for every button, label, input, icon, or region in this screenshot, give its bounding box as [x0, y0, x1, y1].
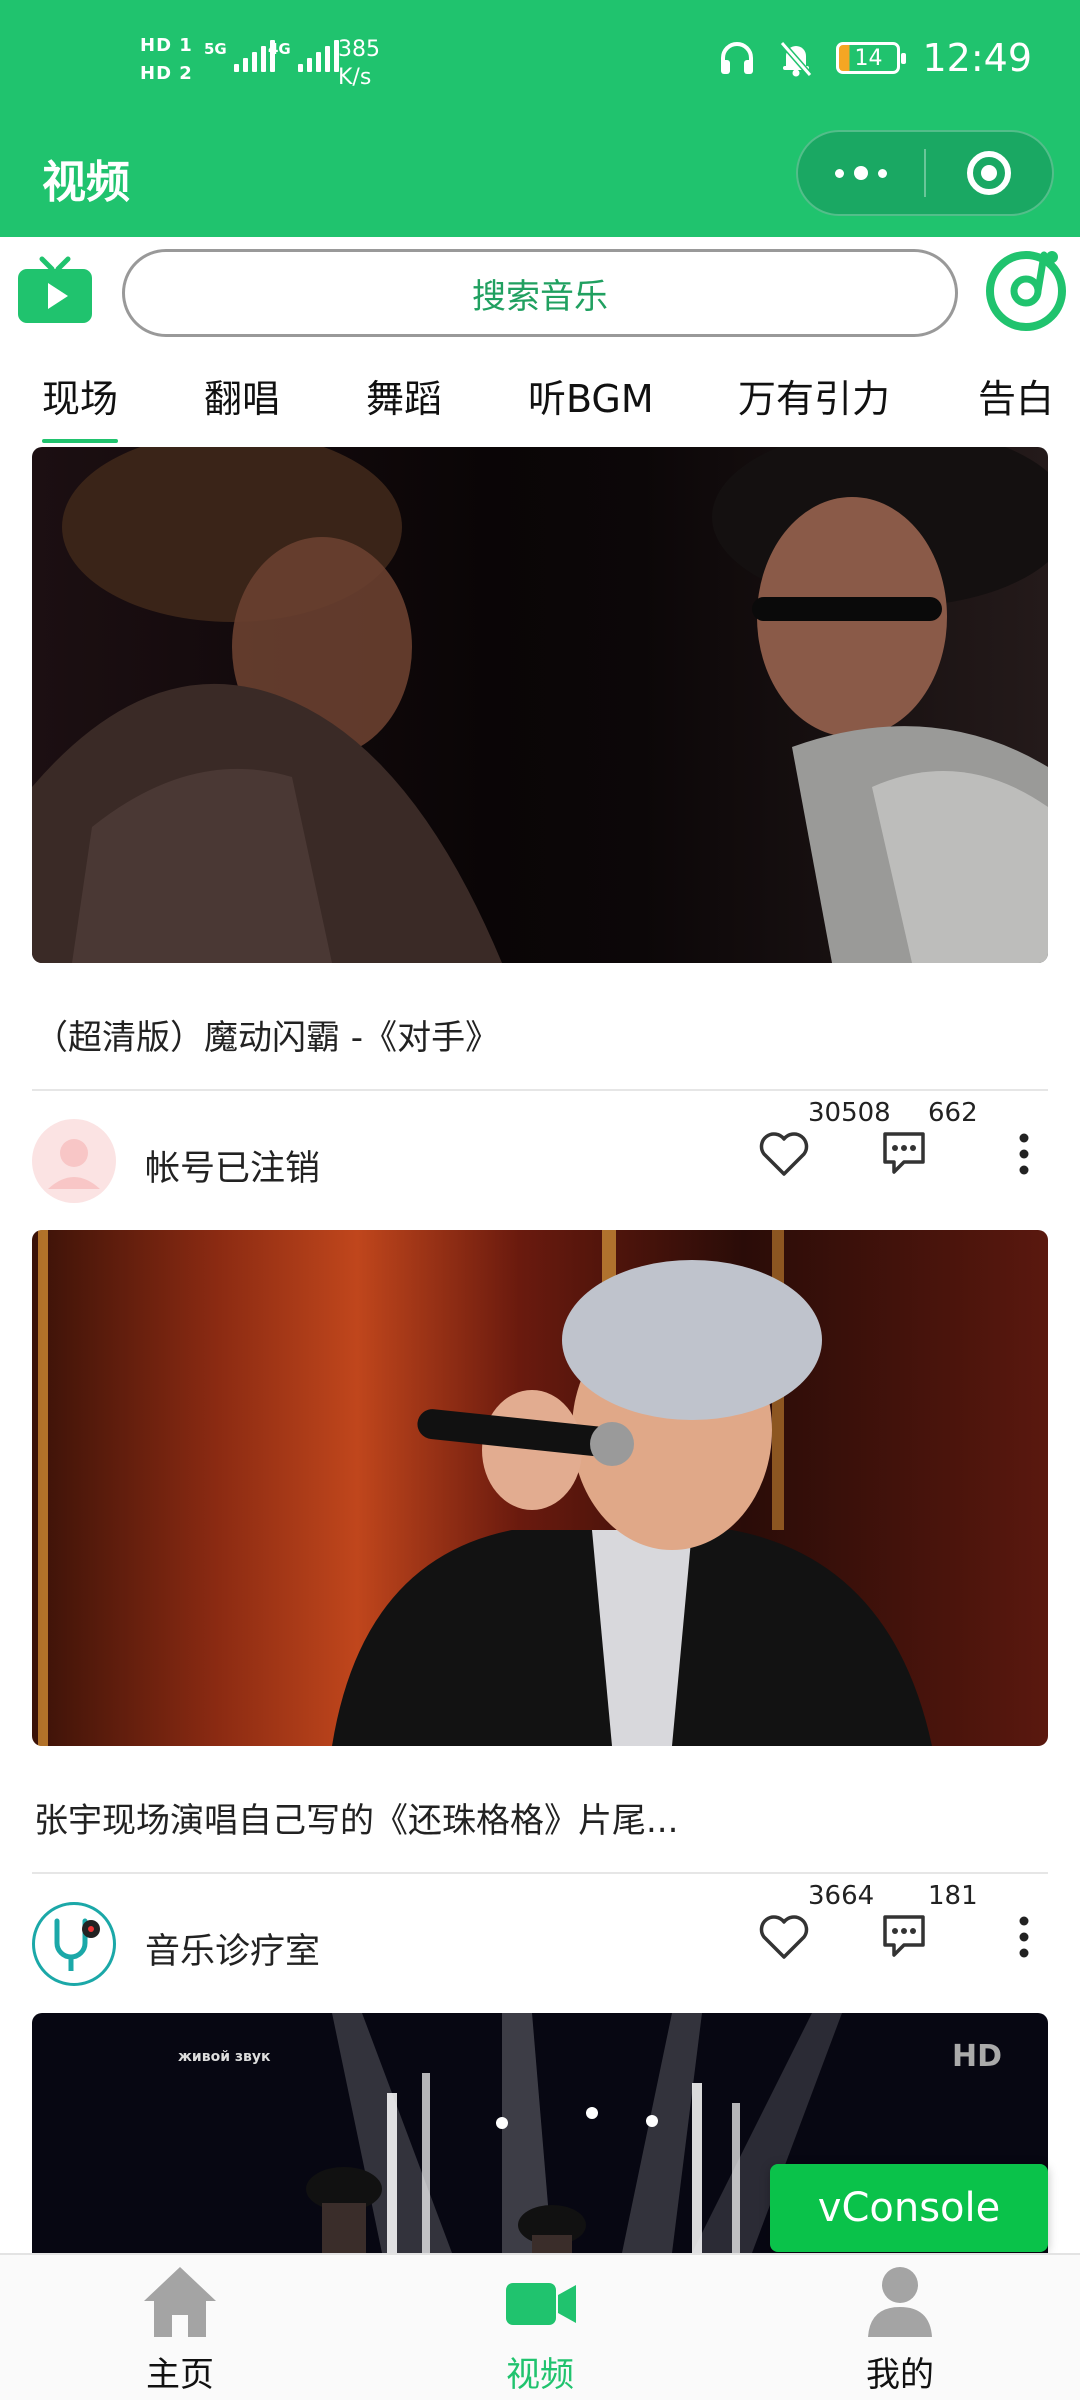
- more-vertical-icon[interactable]: [1014, 1913, 1034, 1961]
- battery-level: 14: [854, 45, 883, 71]
- signal-5g-icon: 5G: [204, 40, 275, 72]
- network-speed: 385 K/s: [338, 36, 380, 92]
- nav-profile-label: 我的: [866, 2355, 934, 2395]
- video-camera-icon: [506, 2283, 576, 2325]
- tab-bgm[interactable]: 听BGM: [528, 368, 654, 423]
- divider: [32, 1089, 1048, 1091]
- status-right: 14 12:49: [718, 36, 1032, 80]
- page-title: 视频: [42, 157, 130, 208]
- comment-icon[interactable]: [880, 1130, 928, 1176]
- like-count: 30508: [808, 1098, 891, 1128]
- comment-icon[interactable]: [880, 1913, 928, 1959]
- net1-label: 5G: [204, 40, 227, 58]
- tab-cover[interactable]: 翻唱: [204, 368, 280, 423]
- hd-badge: HD: [952, 2039, 1003, 2074]
- avatar[interactable]: [32, 1902, 116, 1986]
- status-bar: HD 1 HD 2 5G 4G 385 K/s 14 12:49: [0, 0, 1080, 130]
- battery-icon: 14: [836, 42, 907, 74]
- category-tabs: 现场 翻唱 舞蹈 听BGM 万有引力 告白: [0, 360, 1080, 443]
- sim-indicators: HD 1 HD 2: [140, 32, 193, 88]
- top-bar: HD 1 HD 2 5G 4G 385 K/s 14 12:49 视频: [0, 0, 1080, 237]
- miniprogram-capsule: [796, 130, 1054, 216]
- nav-home-label: 主页: [146, 2355, 214, 2395]
- clock: 12:49: [922, 36, 1032, 80]
- mute-bell-icon: [780, 41, 813, 77]
- search-input[interactable]: 搜索音乐: [122, 249, 958, 337]
- author-name[interactable]: 帐号已注销: [145, 1140, 320, 1191]
- more-vertical-icon[interactable]: [1014, 1130, 1034, 1178]
- nav-video-label: 视频: [506, 2355, 574, 2395]
- comment-count: 181: [928, 1881, 978, 1911]
- target-icon[interactable]: [926, 149, 1052, 197]
- video-title[interactable]: 张宇现场演唱自己写的《还珠格格》片尾...: [34, 1793, 678, 1842]
- tab-dance[interactable]: 舞蹈: [366, 368, 442, 423]
- video-thumbnail[interactable]: [32, 1230, 1048, 1746]
- video-thumbnail[interactable]: [32, 447, 1048, 963]
- sim2-label: HD 2: [140, 63, 193, 84]
- tab-confession[interactable]: 告白: [978, 368, 1054, 423]
- tab-gravity[interactable]: 万有引力: [738, 368, 890, 423]
- comment-count: 662: [928, 1098, 978, 1128]
- bottom-nav: 主页 视频 我的: [0, 2253, 1080, 2400]
- signal-4g-icon: 4G: [268, 40, 339, 72]
- speed-unit: K/s: [338, 65, 372, 90]
- heart-icon[interactable]: [758, 1130, 810, 1178]
- tv-play-icon[interactable]: [16, 255, 94, 325]
- channel-overlay-text: живой звук: [178, 2049, 271, 2065]
- heart-icon[interactable]: [758, 1913, 810, 1961]
- like-count: 3664: [808, 1881, 875, 1911]
- vconsole-button[interactable]: vConsole: [770, 2164, 1048, 2252]
- video-thumbnail-art: [38, 1230, 932, 1746]
- nav-home[interactable]: 主页: [80, 2261, 280, 2396]
- search-placeholder: 搜索音乐: [472, 276, 608, 317]
- home-icon: [144, 2267, 216, 2337]
- nav-profile[interactable]: 我的: [800, 2261, 1000, 2396]
- video-thumbnail-art: [32, 447, 1048, 963]
- vconsole-label: vConsole: [817, 2185, 1001, 2231]
- user-icon: [868, 2267, 932, 2337]
- sim1-label: HD 1: [140, 35, 193, 56]
- music-disc-icon[interactable]: [982, 245, 1070, 333]
- headphones-icon: [721, 42, 754, 74]
- speed-value: 385: [338, 37, 380, 62]
- app-root: HD 1 HD 2 5G 4G 385 K/s 14 12:49 视频 搜索音乐…: [0, 0, 1080, 2400]
- tab-live[interactable]: 现场: [42, 368, 119, 443]
- nav-video[interactable]: 视频: [440, 2261, 640, 2396]
- more-dots-icon[interactable]: [798, 166, 924, 180]
- avatar[interactable]: [32, 1119, 116, 1203]
- video-title[interactable]: （超清版）魔动闪霸 -《对手》: [34, 1010, 499, 1059]
- author-name[interactable]: 音乐诊疗室: [145, 1923, 320, 1974]
- divider: [32, 1872, 1048, 1874]
- net2-label: 4G: [268, 40, 291, 58]
